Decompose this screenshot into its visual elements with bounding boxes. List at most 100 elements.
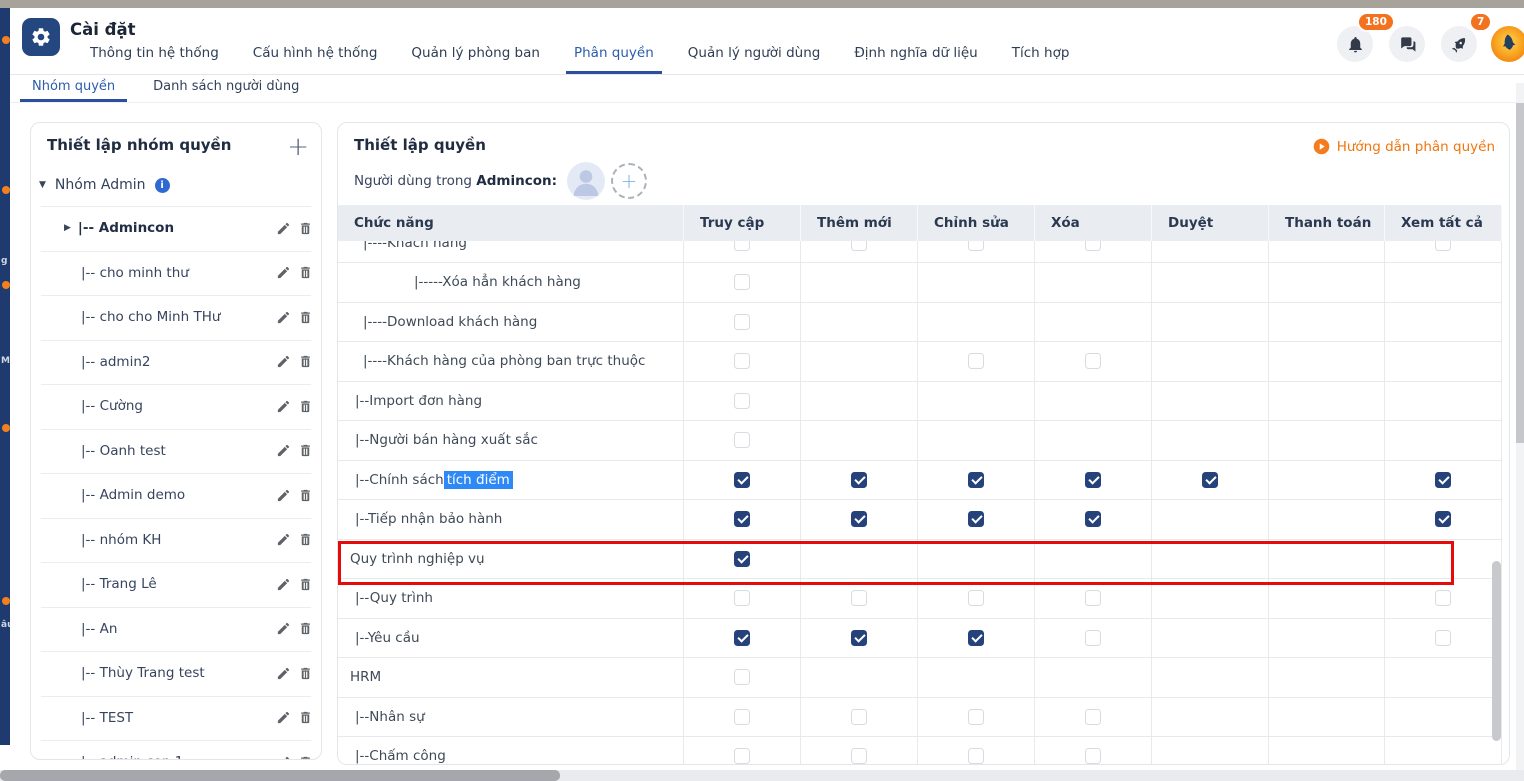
checkbox-them-moi[interactable] [851,472,867,488]
table-row[interactable]: |--Yêu cầu [338,619,1502,659]
checkbox-chinh-sua[interactable] [968,709,984,725]
edit-pencil-icon[interactable] [276,221,291,236]
add-user-button[interactable]: + [611,163,647,199]
checkbox-them-moi[interactable] [851,748,867,764]
caret-right-icon[interactable]: ▶ [64,223,71,233]
delete-trash-icon[interactable] [298,577,313,592]
checkbox-truy-cap[interactable] [734,551,750,567]
checkbox-them-moi[interactable] [851,709,867,725]
delete-trash-icon[interactable] [298,443,313,458]
group-root-nhom-admin[interactable]: ▼ Nhóm Admin i [31,158,321,206]
edit-pencil-icon[interactable] [276,532,291,547]
checkbox-xem-tat-ca[interactable] [1435,511,1451,527]
checkbox-truy-cap[interactable] [734,630,750,646]
checkbox-truy-cap[interactable] [734,590,750,606]
checkbox-truy-cap[interactable] [734,393,750,409]
delete-trash-icon[interactable] [298,399,313,414]
checkbox-xoa[interactable] [1085,353,1101,369]
edit-pencil-icon[interactable] [276,577,291,592]
edit-pencil-icon[interactable] [276,443,291,458]
chat-icon[interactable] [1389,26,1425,62]
checkbox-chinh-sua[interactable] [968,590,984,606]
table-row[interactable]: |----Download khách hàng [338,303,1502,343]
delete-trash-icon[interactable] [298,532,313,547]
table-row[interactable]: |--Chấm công [338,737,1502,764]
checkbox-truy-cap[interactable] [734,432,750,448]
table-row[interactable]: |--Import đơn hàng [338,382,1502,422]
checkbox-xem-tat-ca[interactable] [1435,630,1451,646]
edit-pencil-icon[interactable] [276,354,291,369]
subtab-nhóm-quyền[interactable]: Nhóm quyền [28,79,119,102]
tab-phân-quyền[interactable]: Phân quyền [572,45,656,74]
table-row[interactable]: |--Nhân sự [338,698,1502,738]
checkbox-them-moi[interactable] [851,511,867,527]
table-vertical-scrollbar[interactable] [1492,561,1501,741]
checkbox-xem-tat-ca[interactable] [1435,472,1451,488]
tab-tích-hợp[interactable]: Tích hợp [1010,45,1072,74]
checkbox-xoa[interactable] [1085,630,1101,646]
checkbox-truy-cap[interactable] [734,353,750,369]
group-item[interactable]: |-- Trang Lê [31,562,321,607]
checkbox-chinh-sua[interactable] [968,748,984,764]
group-item[interactable]: |-- An [31,607,321,652]
group-item[interactable]: |-- Admin demo [31,473,321,518]
user-avatar[interactable] [1491,26,1524,62]
subtab-danh-sách-người-dùng[interactable]: Danh sách người dùng [149,79,303,102]
checkbox-truy-cap[interactable] [734,709,750,725]
checkbox-xoa[interactable] [1085,709,1101,725]
delete-trash-icon[interactable] [298,265,313,280]
edit-pencil-icon[interactable] [276,710,291,725]
table-row[interactable]: HRM [338,658,1502,698]
page-vertical-scrollbar[interactable] [1516,83,1524,770]
checkbox-xoa[interactable] [1085,511,1101,527]
edit-pencil-icon[interactable] [276,755,291,760]
table-row[interactable]: |--Quy trình [338,579,1502,619]
checkbox-truy-cap[interactable] [734,511,750,527]
delete-trash-icon[interactable] [298,354,313,369]
group-item[interactable]: |-- Cường [31,384,321,429]
checkbox-them-moi[interactable] [851,590,867,606]
table-row[interactable]: |-----Xóa hẳn khách hàng [338,263,1502,303]
edit-pencil-icon[interactable] [276,265,291,280]
table-row[interactable]: |----Khách hàng của phòng ban trực thuộc [338,342,1502,382]
checkbox-them-moi[interactable] [851,630,867,646]
checkbox-truy-cap[interactable] [734,274,750,290]
group-item[interactable]: |-- admin con 1 [31,740,321,760]
tab-định-nghĩa-dữ-liệu[interactable]: Định nghĩa dữ liệu [852,45,979,74]
group-item[interactable]: ▶|-- Admincon [31,206,321,251]
table-row[interactable]: Quy trình nghiệp vụ [338,540,1502,580]
group-item[interactable]: |-- Thùy Trang test [31,651,321,696]
info-icon[interactable]: i [155,178,170,193]
group-item[interactable]: |-- cho cho Minh THư [31,295,321,340]
checkbox-chinh-sua[interactable] [968,353,984,369]
table-row[interactable]: |--Chính sách tích điểm [338,461,1502,501]
checkbox-truy-cap[interactable] [734,314,750,330]
edit-pencil-icon[interactable] [276,621,291,636]
checkbox-truy-cap[interactable] [734,669,750,685]
checkbox-xoa[interactable] [1085,590,1101,606]
table-row[interactable]: |--Tiếp nhận bảo hành [338,500,1502,540]
edit-pencil-icon[interactable] [276,399,291,414]
checkbox-duyet[interactable] [1202,472,1218,488]
edit-pencil-icon[interactable] [276,666,291,681]
permission-guide-link[interactable]: Hướng dẫn phân quyền [1313,138,1495,155]
group-user-avatar[interactable] [567,162,605,200]
checkbox-truy-cap[interactable] [734,472,750,488]
page-horizontal-scrollbar[interactable] [0,770,1524,781]
checkbox-xoa[interactable] [1085,472,1101,488]
delete-trash-icon[interactable] [298,488,313,503]
tab-quản-lý-người-dùng[interactable]: Quản lý người dùng [686,45,823,74]
rocket-icon[interactable] [1441,26,1477,62]
scrollbar-thumb[interactable] [1516,103,1524,443]
group-item[interactable]: |-- cho minh thư [31,251,321,296]
checkbox-xem-tat-ca[interactable] [1435,590,1451,606]
delete-trash-icon[interactable] [298,621,313,636]
caret-down-icon[interactable]: ▼ [39,180,46,190]
group-item[interactable]: |-- nhóm KH [31,518,321,563]
group-item[interactable]: |-- admin2 [31,340,321,385]
group-item[interactable]: |-- Oanh test [31,429,321,474]
scrollbar-thumb[interactable] [0,770,560,781]
edit-pencil-icon[interactable] [276,310,291,325]
tab-cấu-hình-hệ-thống[interactable]: Cấu hình hệ thống [251,45,380,74]
delete-trash-icon[interactable] [298,666,313,681]
